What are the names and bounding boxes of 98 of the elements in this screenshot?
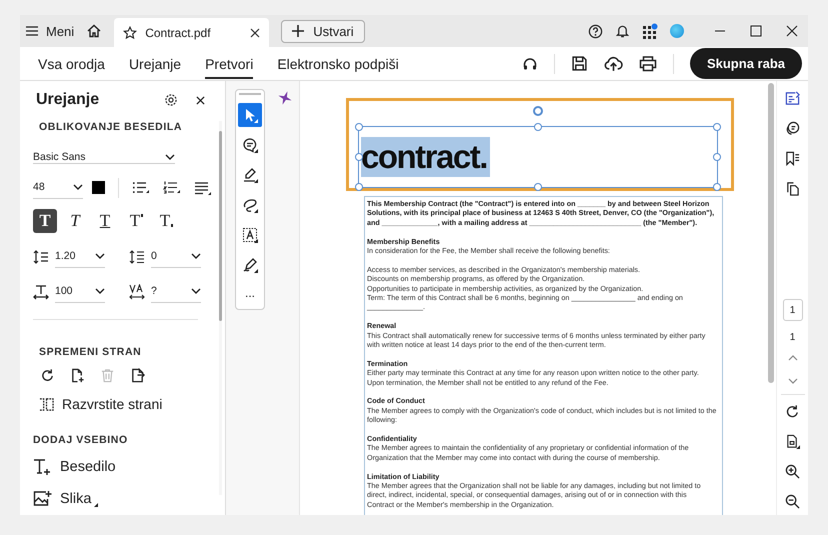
- resize-handle[interactable]: [534, 183, 542, 191]
- text-style-button[interactable]: T: [93, 209, 117, 234]
- add-text-button[interactable]: Besedilo: [33, 458, 219, 476]
- resize-handle[interactable]: [355, 183, 363, 191]
- extract-page-button[interactable]: [129, 368, 145, 384]
- more-tools-button[interactable]: ...: [244, 283, 255, 303]
- toolbar-tab[interactable]: Pretvori: [201, 47, 258, 80]
- close-icon[interactable]: [786, 25, 798, 37]
- toolbar-tab[interactable]: Urejanje: [124, 47, 186, 80]
- chevron-down-icon: [165, 154, 175, 160]
- headphones-icon[interactable]: [522, 56, 538, 72]
- toolbar-tab[interactable]: Vsa orodja: [34, 47, 109, 80]
- zoom-in-icon[interactable]: [785, 464, 800, 479]
- organize-pages-icon: [39, 396, 54, 412]
- chevron-down-icon: [95, 288, 105, 294]
- select-tool[interactable]: [238, 103, 262, 127]
- pen-icon: [242, 257, 258, 273]
- bell-icon[interactable]: [615, 23, 630, 39]
- panel-title: Urejanje: [36, 91, 100, 109]
- rotate-page-button[interactable]: [39, 368, 55, 384]
- character-spacing-dropdown[interactable]: ?: [151, 280, 201, 304]
- resize-handle[interactable]: [713, 123, 721, 131]
- organize-pages-button[interactable]: Razvrstite strani: [39, 396, 219, 412]
- save-icon[interactable]: [570, 55, 588, 72]
- add-image-icon: [33, 490, 52, 507]
- fit-page-icon[interactable]: [785, 434, 800, 449]
- numbered-list-icon[interactable]: [163, 180, 181, 196]
- toolbar-tab[interactable]: Elektronsko podpiši: [273, 47, 403, 80]
- maximize-icon[interactable]: [750, 25, 762, 37]
- chevron-down-icon: [73, 184, 83, 190]
- cloud-upload-icon[interactable]: [604, 55, 623, 72]
- text-style-button[interactable]: T: [123, 209, 147, 234]
- bullet-list-icon[interactable]: [132, 180, 150, 196]
- home-icon[interactable]: [86, 23, 102, 39]
- trash-icon: [100, 368, 114, 383]
- zoom-out-icon[interactable]: [785, 494, 800, 509]
- add-image-button[interactable]: Slika: [33, 490, 219, 507]
- star-icon[interactable]: [123, 26, 138, 40]
- horizontal-scale-dropdown[interactable]: 100: [55, 280, 105, 304]
- add-text-icon: [33, 458, 52, 476]
- scrollbar[interactable]: [219, 121, 222, 495]
- refresh-icon[interactable]: [785, 404, 800, 419]
- create-button[interactable]: Ustvari: [281, 20, 365, 42]
- paragraph-spacing-icon: [129, 250, 145, 264]
- resize-handle[interactable]: [713, 153, 721, 161]
- paragraph-spacing-dropdown[interactable]: 0: [151, 245, 201, 268]
- rotate-icon: [40, 368, 54, 383]
- page-count: 1: [790, 332, 796, 343]
- edit-pdf-icon[interactable]: [785, 91, 800, 106]
- resize-handle[interactable]: [534, 123, 542, 131]
- font-dropdown[interactable]: Basic Sans: [33, 151, 175, 164]
- text-box-icon: [242, 227, 258, 243]
- help-icon[interactable]: [588, 24, 603, 38]
- line-spacing-dropdown[interactable]: 1.20: [55, 245, 105, 268]
- chevron-down-icon: [191, 253, 201, 260]
- extract-page-icon: [130, 368, 144, 383]
- close-icon[interactable]: [250, 28, 260, 38]
- highlighter-icon: [242, 167, 258, 183]
- menu-button[interactable]: Meni: [26, 24, 74, 38]
- page-number-field[interactable]: 1: [782, 299, 802, 321]
- chevron-down-icon[interactable]: [786, 377, 798, 385]
- text-style-button[interactable]: T: [33, 209, 57, 234]
- share-button[interactable]: Skupna raba: [690, 48, 802, 79]
- resize-handle[interactable]: [713, 183, 721, 191]
- lasso-icon: [242, 197, 258, 213]
- document-tab[interactable]: Contract.pdf: [114, 18, 270, 47]
- chevron-down-icon: [191, 288, 201, 294]
- rotate-handle[interactable]: [533, 106, 543, 116]
- menu-icon: [26, 26, 38, 36]
- close-icon[interactable]: [196, 96, 205, 104]
- tab-label: Contract.pdf: [145, 26, 212, 40]
- speech-bubble-icon: [242, 137, 258, 153]
- document-heading: contract.: [361, 137, 490, 177]
- horizontal-scale-icon: [33, 284, 49, 300]
- plus-icon: [292, 25, 304, 37]
- resize-handle[interactable]: [355, 153, 363, 161]
- line-spacing-icon: [33, 250, 49, 264]
- chevron-up-icon[interactable]: [786, 354, 798, 362]
- font-size-dropdown[interactable]: 48: [33, 176, 83, 200]
- align-icon[interactable]: [194, 180, 212, 196]
- chevron-down-icon: [95, 253, 105, 260]
- section-heading: OBLIKOVANJE BESEDILA: [39, 121, 184, 133]
- bookmark-icon[interactable]: [785, 151, 800, 166]
- settings-icon[interactable]: [164, 93, 178, 107]
- insert-page-button[interactable]: [69, 368, 85, 384]
- character-spacing-icon: [129, 284, 145, 300]
- apps-icon[interactable]: [642, 23, 658, 39]
- text-style-button[interactable]: T: [63, 209, 87, 234]
- text-style-button[interactable]: T: [153, 209, 177, 234]
- comments-icon[interactable]: [785, 121, 800, 136]
- sparkle-icon[interactable]: [278, 91, 292, 105]
- section-heading: DODAJ VSEBINO: [33, 434, 129, 446]
- font-color-swatch[interactable]: [92, 181, 105, 194]
- print-icon[interactable]: [638, 55, 657, 72]
- insert-page-icon: [70, 368, 84, 383]
- section-heading: SPREMENI STRAN: [39, 346, 142, 358]
- pages-icon[interactable]: [785, 181, 800, 196]
- resize-handle[interactable]: [355, 123, 363, 131]
